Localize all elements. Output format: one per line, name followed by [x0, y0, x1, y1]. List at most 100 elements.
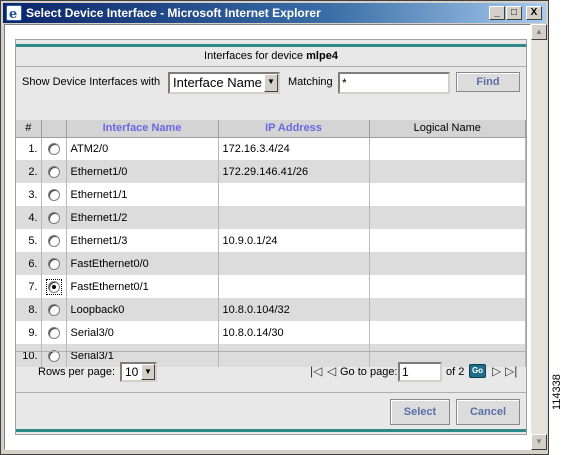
show-interfaces-label: Show Device Interfaces with [22, 76, 161, 88]
logical-name [369, 298, 526, 321]
ip-address: 10.8.0.104/32 [218, 298, 370, 321]
select-button[interactable]: Select [390, 399, 450, 425]
pagination-bar: Rows per page: 10 ▼ |◁ ◁ Go to page: 1 o… [16, 352, 526, 392]
prev-page-icon[interactable]: ◁ [327, 364, 336, 378]
col-number: # [16, 120, 42, 138]
row-number: 1. [16, 137, 42, 160]
logical-name [369, 252, 526, 275]
go-button[interactable]: Go [469, 364, 486, 378]
ip-address [218, 275, 370, 298]
last-page-icon[interactable]: ▷| [505, 364, 517, 378]
next-page-icon[interactable]: ▷ [492, 364, 501, 378]
chevron-down-icon[interactable]: ▼ [264, 74, 278, 92]
row-number: 8. [16, 298, 42, 321]
logical-name [369, 206, 526, 229]
col-logical-name: Logical Name [369, 120, 526, 138]
minimize-button[interactable]: _ [489, 6, 505, 20]
row-number: 9. [16, 321, 42, 344]
ip-address [218, 252, 370, 275]
table-row: 9. Serial3/0 10.8.0.14/30 [16, 321, 526, 344]
table-row: 8. Loopback0 10.8.0.104/32 [16, 298, 526, 321]
table-row: 3. Ethernet1/1 [16, 183, 526, 206]
col-select [41, 120, 67, 138]
internet-explorer-icon: e [6, 5, 22, 21]
row-radio[interactable] [47, 326, 60, 339]
logical-name [369, 229, 526, 252]
field-select[interactable]: Interface Name ▼ [168, 72, 280, 94]
table-row: 6. FastEthernet0/0 [16, 252, 526, 275]
divider [16, 66, 526, 67]
matching-input[interactable]: * [338, 72, 450, 94]
interface-name: Ethernet1/1 [66, 183, 219, 206]
ip-address [218, 206, 370, 229]
col-interface-name[interactable]: Interface Name [66, 120, 219, 138]
logical-name [369, 321, 526, 344]
row-radio[interactable] [47, 257, 60, 270]
browser-window: e Select Device Interface - Microsoft In… [0, 0, 549, 455]
panel-heading: Interfaces for device mlpe4 [16, 50, 526, 62]
row-radio[interactable] [47, 234, 60, 247]
goto-page-label: Go to page: [340, 366, 398, 378]
find-button[interactable]: Find [456, 72, 520, 92]
table-row: 1. ATM2/0 172.16.3.4/24 [16, 137, 526, 160]
rows-per-page-label: Rows per page: [38, 366, 116, 378]
scroll-up-icon[interactable]: ▲ [531, 24, 547, 40]
page-count: of 2 [446, 366, 465, 378]
row-number: 7. [16, 275, 42, 298]
row-number: 4. [16, 206, 42, 229]
accent-line-top [16, 44, 526, 47]
row-number: 5. [16, 229, 42, 252]
field-select-value: Interface Name [173, 75, 262, 90]
ip-address: 172.16.3.4/24 [218, 137, 370, 160]
row-radio[interactable] [47, 165, 60, 178]
accent-line-bottom [16, 429, 526, 432]
vertical-scrollbar[interactable]: ▲ ▼ [531, 24, 547, 450]
rows-per-page-select[interactable]: 10 ▼ [120, 362, 157, 382]
chevron-down-icon[interactable]: ▼ [141, 364, 155, 380]
interface-name: ATM2/0 [66, 137, 219, 160]
interface-name: FastEthernet0/1 [66, 275, 219, 298]
device-name: mlpe4 [306, 50, 338, 62]
interface-name: Serial3/0 [66, 321, 219, 344]
divider [16, 392, 526, 393]
ip-address: 10.8.0.14/30 [218, 321, 370, 344]
table-row: 2. Ethernet1/0 172.29.146.41/26 [16, 160, 526, 183]
scroll-down-icon[interactable]: ▼ [531, 434, 547, 450]
figure-number: 114338 [551, 374, 563, 410]
row-radio[interactable] [47, 142, 60, 155]
page-input[interactable]: 1 [398, 362, 442, 382]
logical-name [369, 160, 526, 183]
table-row: 7. FastEthernet0/1 [16, 275, 526, 298]
row-radio[interactable] [47, 303, 60, 316]
svg-text:e: e [9, 7, 17, 20]
table-row: 5. Ethernet1/3 10.9.0.1/24 [16, 229, 526, 252]
ip-address: 172.29.146.41/26 [218, 160, 370, 183]
col-ip-address[interactable]: IP Address [218, 120, 370, 138]
page-content: Interfaces for device mlpe4 Show Device … [4, 24, 531, 450]
row-number: 2. [16, 160, 42, 183]
ip-address: 10.9.0.1/24 [218, 229, 370, 252]
interfaces-table: # Interface Name IP Address Logical Name… [16, 120, 526, 367]
matching-label: Matching [288, 76, 333, 88]
interface-name: Ethernet1/2 [66, 206, 219, 229]
logical-name [369, 137, 526, 160]
title-bar[interactable]: e Select Device Interface - Microsoft In… [3, 3, 546, 23]
row-number: 6. [16, 252, 42, 275]
interface-name: Loopback0 [66, 298, 219, 321]
window-title: Select Device Interface - Microsoft Inte… [26, 6, 321, 20]
table-header: # Interface Name IP Address Logical Name [16, 120, 526, 138]
ip-address [218, 183, 370, 206]
maximize-button[interactable]: □ [506, 6, 522, 20]
rows-per-page-value: 10 [125, 365, 139, 379]
row-radio[interactable] [47, 211, 60, 224]
table-row: 4. Ethernet1/2 [16, 206, 526, 229]
cancel-button[interactable]: Cancel [456, 399, 520, 425]
heading-prefix: Interfaces for device [204, 50, 304, 62]
logical-name [369, 183, 526, 206]
interface-name: Ethernet1/3 [66, 229, 219, 252]
row-radio[interactable] [47, 188, 60, 201]
first-page-icon[interactable]: |◁ [310, 364, 322, 378]
row-radio-selected[interactable] [47, 280, 60, 293]
close-button[interactable]: X [526, 6, 542, 20]
row-number: 3. [16, 183, 42, 206]
